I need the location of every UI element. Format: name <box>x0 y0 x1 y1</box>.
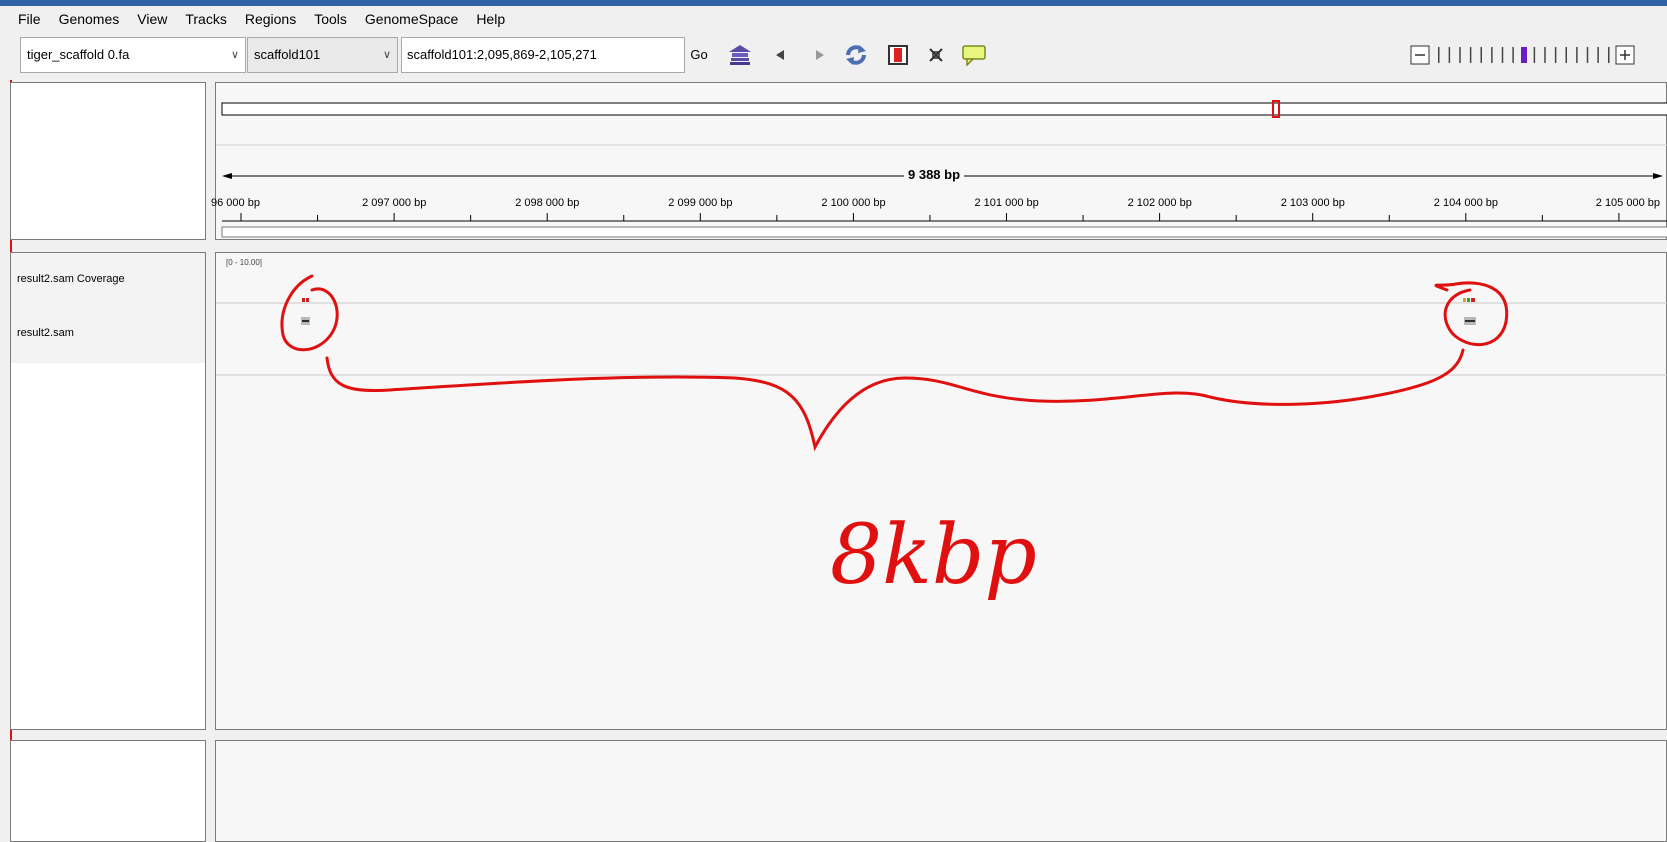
refresh-icon[interactable] <box>842 42 870 68</box>
coverage-bar[interactable] <box>1463 298 1475 302</box>
zoom-tick[interactable] <box>1565 47 1568 63</box>
zoom-tick[interactable] <box>1480 47 1483 63</box>
zoom-tick[interactable] <box>1469 47 1472 63</box>
zoom-tick[interactable] <box>1491 47 1493 63</box>
chromosome-ideogram[interactable] <box>221 100 1667 118</box>
zoom-tick[interactable] <box>1533 47 1536 63</box>
alignment-read[interactable] <box>301 317 310 325</box>
zoom-out-icon[interactable] <box>1410 45 1430 65</box>
menu-view[interactable]: View <box>128 11 176 27</box>
zoom-slider[interactable] <box>1438 47 1610 63</box>
track-name-background <box>11 253 205 363</box>
ruler-tick-label: 2 097 000 bp <box>362 197 427 209</box>
span-label: 9 388 bp <box>904 167 965 182</box>
zoom-slider-thumb[interactable] <box>1521 47 1527 63</box>
zoom-widget[interactable] <box>1410 42 1635 68</box>
menu-genomespace[interactable]: GenomeSpace <box>356 11 467 27</box>
home-icon[interactable] <box>726 42 754 68</box>
track-data-panel: [0 - 10.00] <box>215 252 1667 730</box>
region-of-interest-icon[interactable] <box>884 42 912 68</box>
genome-dropdown-value: tiger_scaffold 0.fa <box>27 47 130 62</box>
resize-icon[interactable] <box>922 42 950 68</box>
locus-input[interactable]: scaffold101:2,095,869-2,105,271 <box>401 37 685 73</box>
forward-icon[interactable] <box>806 42 834 68</box>
coverage-track-name[interactable]: result2.sam Coverage <box>17 273 125 285</box>
ruler-tick-label: 2 099 000 bp <box>668 197 733 209</box>
chevron-down-icon: ∨ <box>382 49 391 61</box>
menu-genomes[interactable]: Genomes <box>50 11 129 27</box>
back-icon[interactable] <box>766 42 794 68</box>
ruler-tick-label: 2 101 000 bp <box>974 197 1039 209</box>
chevron-down-icon: ∨ <box>230 49 239 61</box>
zoom-tick[interactable] <box>1512 47 1514 63</box>
menu-file[interactable]: File <box>0 11 50 27</box>
genome-dropdown[interactable]: tiger_scaffold 0.fa ∨ <box>20 37 246 73</box>
go-button[interactable]: Go <box>687 37 711 73</box>
chromosome-dropdown[interactable]: scaffold101 ∨ <box>247 37 398 73</box>
popup-text-icon[interactable] <box>960 42 988 68</box>
zoom-in-icon[interactable] <box>1615 45 1635 65</box>
zoom-tick[interactable] <box>1438 47 1440 63</box>
feature-data-panel <box>215 740 1667 842</box>
zoom-tick[interactable] <box>1501 47 1504 63</box>
zoom-tick[interactable] <box>1576 47 1578 63</box>
menu-regions[interactable]: Regions <box>236 11 305 27</box>
zoom-tick[interactable] <box>1586 47 1589 63</box>
ruler-tick-label: 2 105 000 bp <box>1595 197 1660 209</box>
ruler-tick-label: 2 098 000 bp <box>515 197 580 209</box>
toolbar: tiger_scaffold 0.fa ∨ scaffold101 ∨ scaf… <box>0 32 1667 80</box>
zoom-tick[interactable] <box>1608 47 1610 63</box>
ruler-tick-label: 2 100 000 bp <box>821 197 886 209</box>
zoom-tick[interactable] <box>1597 47 1599 63</box>
ruler-tick-label: 2 102 000 bp <box>1127 197 1192 209</box>
ruler-tick-label: 96 000 bp <box>211 197 260 209</box>
menu-tracks[interactable]: Tracks <box>176 11 235 27</box>
menu-bar: File Genomes View Tracks Regions Tools G… <box>0 6 1667 32</box>
header-name-panel <box>10 82 206 240</box>
zoom-tick[interactable] <box>1544 47 1546 63</box>
chromosome-dropdown-value: scaffold101 <box>254 47 321 62</box>
ruler-tick-label: 2 104 000 bp <box>1433 197 1499 209</box>
feature-name-panel <box>10 740 206 842</box>
menu-tools[interactable]: Tools <box>305 11 356 27</box>
alignment-track-name[interactable]: result2.sam <box>17 327 74 339</box>
coverage-bar[interactable] <box>302 298 309 302</box>
track-name-panel: result2.sam Coverage result2.sam <box>10 252 206 730</box>
ruler-ticks <box>222 213 1667 222</box>
zoom-tick[interactable] <box>1554 47 1557 63</box>
zoom-tick[interactable] <box>1459 47 1461 63</box>
zoom-tick[interactable] <box>1448 47 1451 63</box>
alignment-read[interactable] <box>1464 317 1476 325</box>
menu-help[interactable]: Help <box>467 11 514 27</box>
ruler-tick-label: 2 103 000 bp <box>1280 197 1345 209</box>
header-data-panel: 9 388 bp 96 000 bp 2 097 000 bp 2 098 000 … <box>211 82 1667 240</box>
